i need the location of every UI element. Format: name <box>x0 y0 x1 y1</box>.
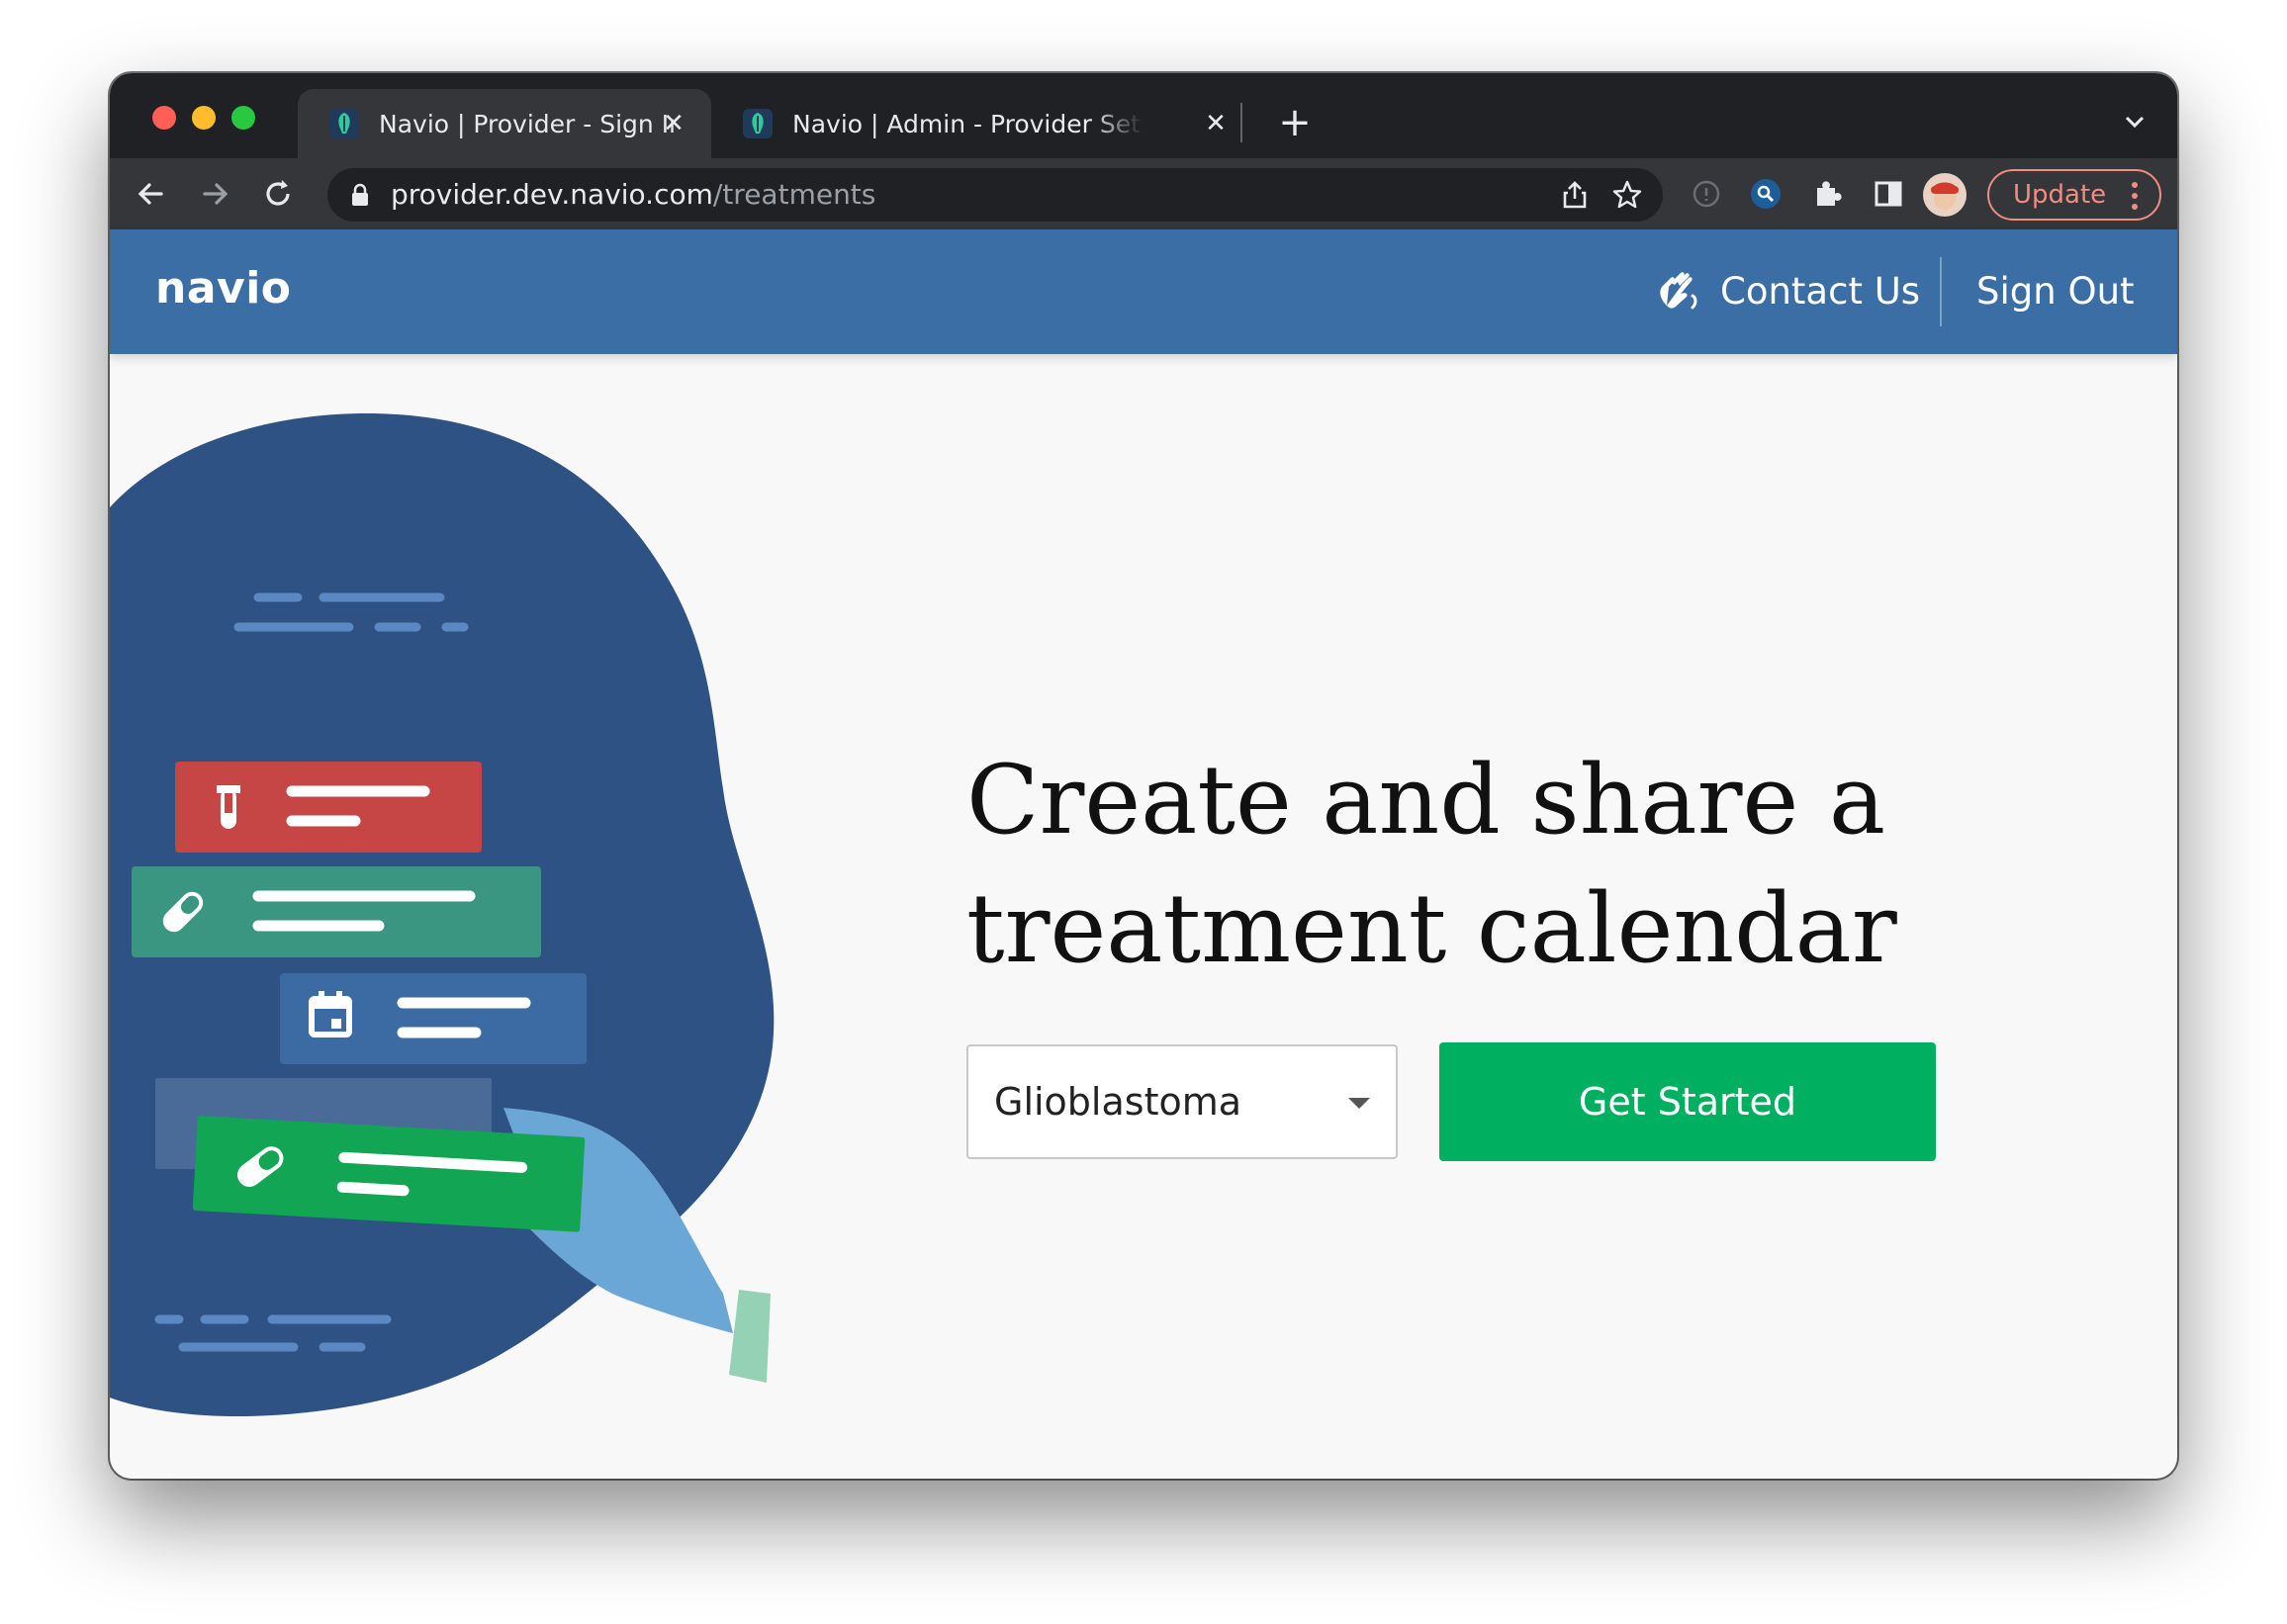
close-window-button[interactable] <box>152 106 176 130</box>
headline-line-1: Create and share a <box>966 745 1886 856</box>
header-divider <box>1940 257 1942 326</box>
condition-select[interactable]: Glioblastoma <box>966 1044 1398 1159</box>
reload-icon[interactable] <box>258 174 298 214</box>
new-tab-button[interactable]: + <box>1275 103 1315 142</box>
close-tab-icon[interactable]: ✕ <box>1202 110 1230 137</box>
back-arrow-icon[interactable] <box>132 174 171 214</box>
navio-favicon-icon <box>329 109 359 138</box>
minimize-window-button[interactable] <box>192 106 216 130</box>
hero-headline: Create and share a treatment calendar <box>966 736 2055 993</box>
zoom-window-button[interactable] <box>231 106 255 130</box>
browser-window: Navio | Provider - Sign In ✕ Navio | Adm… <box>110 73 2177 1479</box>
update-label: Update <box>2013 180 2107 210</box>
url-host: provider.dev.navio.com <box>391 178 713 211</box>
tab-title: Navio | Provider - Sign In <box>379 109 676 138</box>
contact-us-link[interactable]: Contact Us <box>1653 263 1920 318</box>
url-path: /treatments <box>712 178 876 211</box>
sign-out-link[interactable]: Sign Out <box>1976 263 2135 318</box>
share-icon[interactable] <box>1559 179 1591 211</box>
headline-line-2: treatment calendar <box>966 873 1897 984</box>
extension-info-icon[interactable] <box>1689 176 1724 212</box>
condition-select-value: Glioblastoma <box>994 1080 1242 1124</box>
lock-icon[interactable] <box>349 183 371 207</box>
tab-separator <box>1240 103 1242 142</box>
address-bar[interactable]: provider.dev.navio.com/treatments <box>327 168 1663 222</box>
bookmark-star-icon[interactable] <box>1611 179 1643 211</box>
sleeve <box>729 1290 771 1383</box>
dropdown-caret-icon <box>1348 1098 1370 1109</box>
extension-search-icon[interactable] <box>1748 176 1784 212</box>
tab-provider-sign-in[interactable]: Navio | Provider - Sign In ✕ <box>298 89 711 158</box>
tab-title: Navio | Admin - Provider Settings <box>792 109 1144 138</box>
browser-toolbar: provider.dev.navio.com/treatments Update <box>110 158 2177 229</box>
waving-hand-icon <box>1660 272 1697 310</box>
forward-arrow-icon[interactable] <box>195 174 234 214</box>
side-panel-icon[interactable] <box>1871 176 1906 212</box>
site-header: navio Contact Us Sign Out <box>110 229 2177 354</box>
treatment-calendar-illustration <box>110 413 775 1417</box>
profile-avatar[interactable] <box>1923 173 1967 217</box>
extensions-puzzle-icon[interactable] <box>1809 176 1845 212</box>
more-menu-icon[interactable] <box>2132 181 2138 211</box>
contact-us-label: Contact Us <box>1720 269 1921 313</box>
close-tab-icon[interactable]: ✕ <box>660 110 687 137</box>
update-button[interactable]: Update <box>1987 169 2161 221</box>
url-text: provider.dev.navio.com/treatments <box>391 178 875 211</box>
navio-favicon-icon <box>743 109 773 138</box>
tab-strip: Navio | Provider - Sign In ✕ Navio | Adm… <box>110 73 2177 158</box>
calendar-card <box>280 973 587 1064</box>
tab-admin-provider-settings[interactable]: Navio | Admin - Provider Settings ✕ <box>743 89 1237 158</box>
get-started-button[interactable]: Get Started <box>1439 1042 1936 1161</box>
tab-search-chevron-icon[interactable] <box>2120 107 2150 136</box>
navio-logo[interactable]: navio <box>155 263 292 314</box>
